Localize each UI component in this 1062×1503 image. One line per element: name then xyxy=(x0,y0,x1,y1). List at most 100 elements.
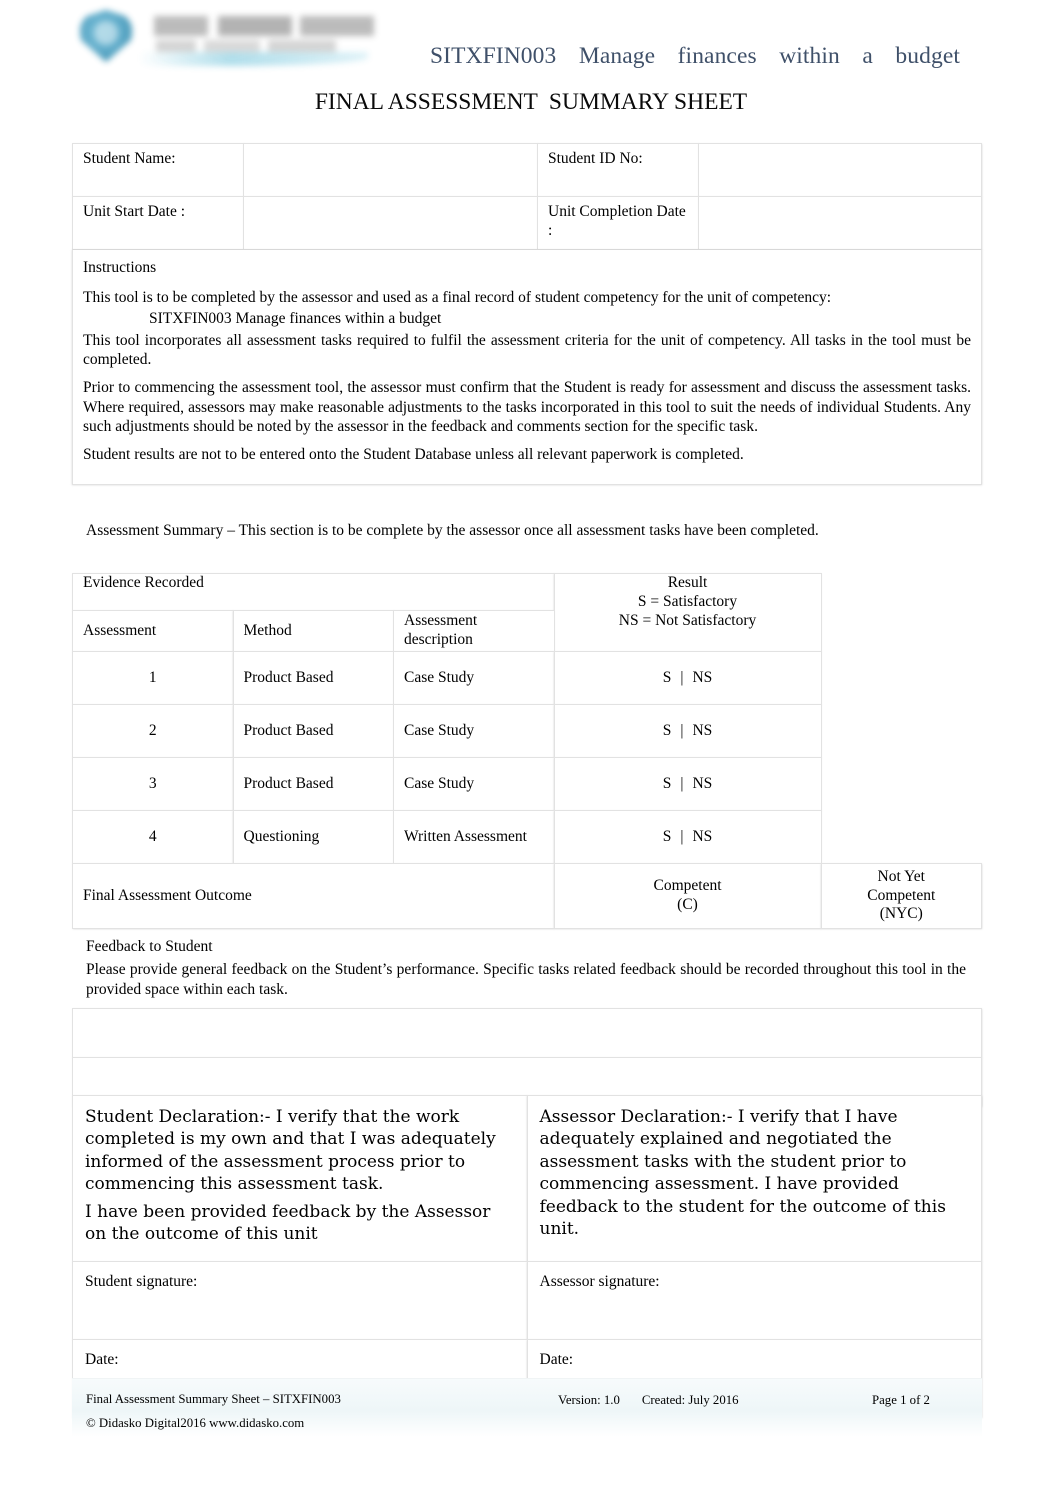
instructions-heading: Instructions xyxy=(83,259,157,276)
assessment-result[interactable]: S | NS xyxy=(553,704,822,758)
feedback-section-note: Feedback to Student Please provide gener… xyxy=(86,937,966,999)
assessment-method: Product Based xyxy=(232,704,394,758)
assessor-signature-field[interactable]: Assessor signature: xyxy=(526,1261,982,1340)
assessment-result[interactable]: S | NS xyxy=(553,651,822,705)
assessor-signature-label: Assessor signature: xyxy=(539,1273,660,1290)
result-separator: | xyxy=(680,668,684,686)
result-satisfactory-option[interactable]: S xyxy=(663,669,672,686)
table-row: 3 Product Based Case Study S | NS xyxy=(72,757,982,811)
student-declaration-body: Student Declaration:- I verify that the … xyxy=(85,1107,496,1195)
assessment-description: Case Study xyxy=(393,757,555,811)
feedback-heading: Feedback to Student xyxy=(86,938,213,955)
result-satisfactory-option[interactable]: S xyxy=(663,722,672,739)
table-row: 4 Questioning Written Assessment S | NS xyxy=(72,810,982,864)
student-signature-label: Student signature: xyxy=(85,1273,198,1290)
table-row: Student Declaration:- I verify that the … xyxy=(72,1095,982,1262)
result-not-satisfactory-option[interactable]: NS xyxy=(692,828,712,845)
competent-line2: (C) xyxy=(677,896,698,913)
unit-completion-date-label: Unit Completion Date : xyxy=(537,196,699,250)
student-id-label: Student ID No: xyxy=(537,143,699,197)
instructions-unit-code: SITXFIN003 Manage finances within a budg… xyxy=(83,309,971,329)
signature-row: Student signature: Assessor signature: xyxy=(72,1261,982,1340)
feedback-instruction: Please provide general feedback on the S… xyxy=(86,961,966,998)
assessment-method: Product Based xyxy=(232,757,394,811)
result-column-header: Result S = Satisfactory NS = Not Satisfa… xyxy=(553,573,822,652)
student-name-field[interactable] xyxy=(243,143,538,197)
footer-version: Version: 1.0 xyxy=(558,1393,620,1407)
table-row: 2 Product Based Case Study S | NS xyxy=(72,704,982,758)
evidence-recorded-table: Evidence Recorded Result S = Satisfactor… xyxy=(72,573,982,929)
column-header-assessment: Assessment xyxy=(72,610,234,652)
student-info-and-instructions: Student Name: Student ID No: Unit Start … xyxy=(72,143,982,486)
assessment-summary-note: Assessment Summary – This section is to … xyxy=(86,522,819,539)
footer-doc-title: Final Assessment Summary Sheet – SITXFIN… xyxy=(86,1392,341,1406)
table-header-row: Assessment Method Assessment description xyxy=(72,610,982,652)
table-row xyxy=(72,1008,982,1058)
document-footer: Final Assessment Summary Sheet – SITXFIN… xyxy=(72,1378,982,1437)
declarations-section: Student Declaration:- I verify that the … xyxy=(72,1095,982,1418)
page-title: FINAL ASSESSMENT SUMMARY SHEET xyxy=(0,89,1062,116)
footer-left: Final Assessment Summary Sheet – SITXFIN… xyxy=(86,1388,341,1435)
student-declaration: Student Declaration:- I verify that the … xyxy=(72,1095,528,1262)
result-header-line2: S = Satisfactory xyxy=(637,592,738,610)
result-header-line3: NS = Not Satisfactory xyxy=(618,611,757,629)
final-outcome-row: Final Assessment Outcome Competent (C) N… xyxy=(72,863,982,929)
unit-start-date-label: Unit Start Date : xyxy=(72,196,244,250)
unit-completion-date-field[interactable] xyxy=(698,196,982,250)
unit-title: SITXFIN003 Manage finances within a budg… xyxy=(430,43,960,69)
shield-logo-icon xyxy=(80,10,132,62)
outcome-competent-option[interactable]: Competent (C) xyxy=(553,863,822,929)
nyc-line2: Competent xyxy=(867,886,936,904)
result-satisfactory-option[interactable]: S xyxy=(663,775,672,792)
instructions-paragraph-2: This tool incorporates all assessment ta… xyxy=(83,331,971,369)
result-satisfactory-option[interactable]: S xyxy=(663,828,672,845)
result-separator: | xyxy=(680,827,684,845)
unit-start-date-field[interactable] xyxy=(243,196,538,250)
nyc-line3: (NYC) xyxy=(879,905,923,923)
column-header-description: Assessment description xyxy=(393,610,555,652)
student-name-label: Student Name: xyxy=(72,143,244,197)
organization-logo xyxy=(72,6,382,68)
student-info-table: Student Name: Student ID No: Unit Start … xyxy=(72,143,982,250)
table-row: Student Name: Student ID No: xyxy=(72,143,982,197)
table-row: Unit Start Date : Unit Completion Date : xyxy=(72,196,982,250)
nyc-line1: Not Yet xyxy=(877,867,925,885)
table-row: Evidence Recorded Result S = Satisfactor… xyxy=(72,573,982,652)
assessment-number: 1 xyxy=(72,651,234,705)
result-not-satisfactory-option[interactable]: NS xyxy=(692,669,712,686)
document-page: SITXFIN003 Manage finances within a budg… xyxy=(0,0,1062,1503)
result-separator: | xyxy=(680,774,684,792)
evidence-recorded-title: Evidence Recorded xyxy=(72,573,555,611)
result-header-line1: Result xyxy=(667,574,708,591)
logo-tagline xyxy=(156,40,336,52)
instructions-paragraph-1: This tool is to be completed by the asse… xyxy=(83,288,832,306)
student-declaration-feedback-line: I have been provided feedback by the Ass… xyxy=(85,1201,491,1245)
assessment-number: 3 xyxy=(72,757,234,811)
result-not-satisfactory-option[interactable]: NS xyxy=(692,775,712,792)
page-title-part2: SUMMARY SHEET xyxy=(548,89,748,115)
outcome-not-yet-competent-option[interactable]: Not Yet Competent (NYC) xyxy=(820,863,982,929)
assessment-description: Case Study xyxy=(393,704,555,758)
instructions-block: Instructions This tool is to be complete… xyxy=(72,250,982,486)
footer-page-number: Page 1 of 2 xyxy=(872,1393,930,1407)
student-id-field[interactable] xyxy=(698,143,982,197)
assessment-number: 2 xyxy=(72,704,234,758)
table-row: 1 Product Based Case Study S | NS xyxy=(72,651,982,705)
footer-middle: Version: 1.0 Created: July 2016 xyxy=(558,1393,739,1408)
result-not-satisfactory-option[interactable]: NS xyxy=(692,722,712,739)
feedback-input-box xyxy=(72,1008,982,1107)
assessor-declaration: Assessor Declaration:- I verify that I h… xyxy=(526,1095,982,1262)
result-separator: | xyxy=(680,721,684,739)
final-assessment-outcome-label: Final Assessment Outcome xyxy=(72,863,555,929)
assessor-date-label: Date: xyxy=(539,1351,574,1368)
assessment-method: Product Based xyxy=(232,651,394,705)
student-signature-field[interactable]: Student signature: xyxy=(72,1261,528,1340)
page-title-part1: FINAL ASSESSMENT xyxy=(314,89,538,115)
feedback-field-row-1[interactable] xyxy=(72,1008,982,1058)
assessment-result[interactable]: S | NS xyxy=(553,810,822,864)
footer-created: Created: July 2016 xyxy=(641,1393,739,1407)
instructions-paragraph-4: Student results are not to be entered on… xyxy=(83,445,744,463)
student-date-label: Date: xyxy=(85,1351,119,1368)
assessment-result[interactable]: S | NS xyxy=(553,757,822,811)
competent-line1: Competent xyxy=(653,877,722,895)
